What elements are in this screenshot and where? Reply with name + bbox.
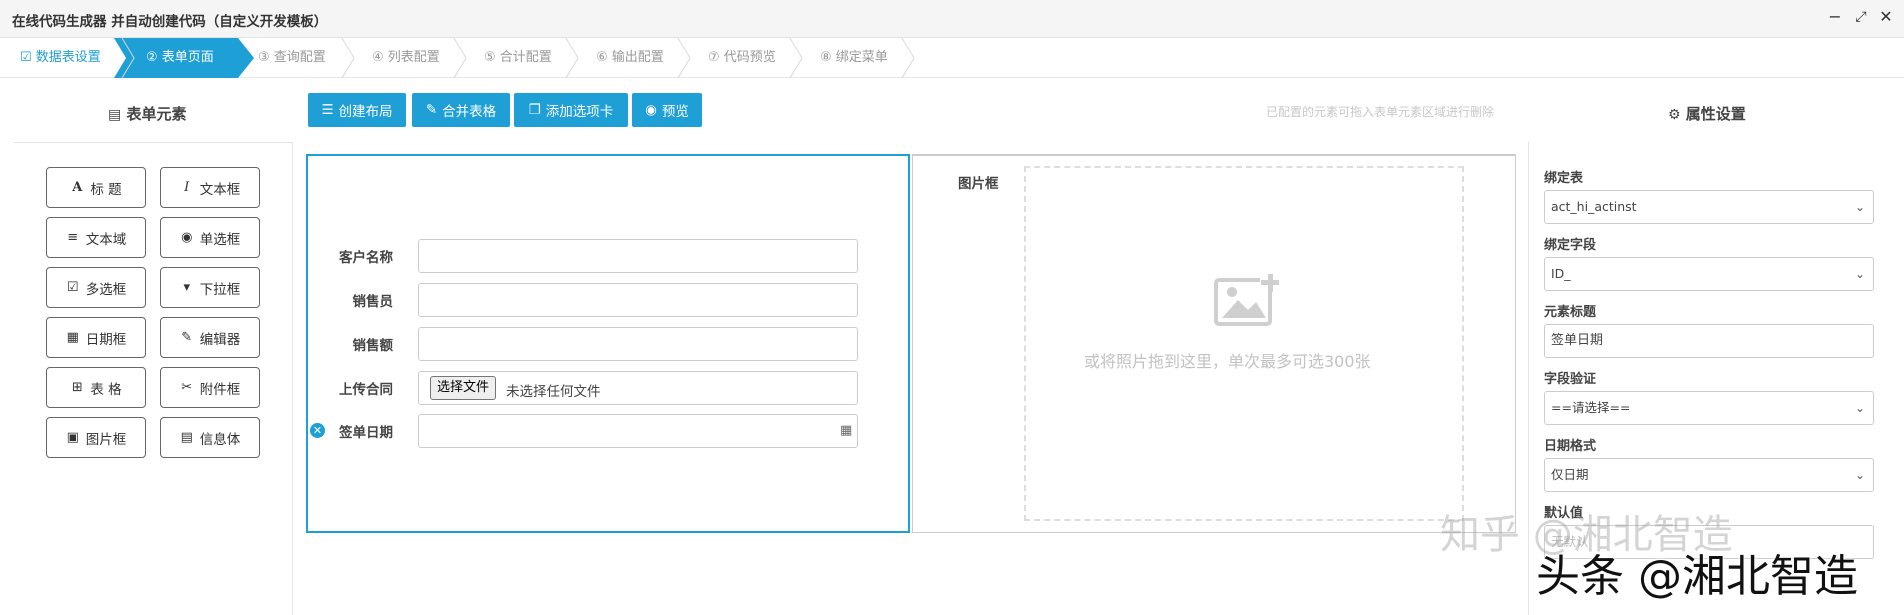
lines-icon: ≡: [67, 230, 79, 245]
palette-radio[interactable]: ◉ 单选框: [160, 217, 260, 258]
field-label: 销售额: [352, 338, 394, 354]
field-label: 销售员: [352, 294, 394, 310]
copy-icon: ❐: [528, 102, 541, 118]
divider: [14, 142, 292, 143]
book-icon: ▤: [180, 430, 193, 445]
window-title: 在线代码生成器 并自动创建代码（自定义开发模板）: [12, 14, 328, 30]
font-icon: A: [72, 180, 83, 195]
checkbox-icon: ☑: [66, 280, 79, 295]
palette-image[interactable]: ▣ 图片框: [46, 417, 146, 458]
edit-icon: ✎: [181, 330, 193, 345]
dropzone-text: 或将照片拖到这里，单次最多可选300张: [1084, 352, 1371, 371]
italic-icon: I: [184, 180, 190, 195]
step-list-config[interactable]: ④ 列表配置: [372, 38, 440, 78]
palette-checkbox[interactable]: ☑ 多选框: [46, 267, 146, 308]
palette-info[interactable]: ▤ 信息体: [160, 417, 260, 458]
palette-textarea[interactable]: ≡ 文本域: [46, 217, 146, 258]
step-query-config[interactable]: ③ 查询配置: [258, 38, 326, 78]
date-format-select[interactable]: 仅日期 ⌄: [1544, 458, 1874, 492]
palette-textbox[interactable]: I 文本框: [160, 167, 260, 208]
step-data-table[interactable]: ☑ 数据表设置: [20, 38, 101, 78]
table-icon: ⊞: [71, 380, 83, 395]
step-separator: [341, 38, 355, 78]
customer-name-input[interactable]: [418, 239, 858, 273]
palette-attachment[interactable]: ✂ 附件框: [160, 367, 260, 408]
step-separator: [453, 38, 467, 78]
drag-hint: 已配置的元素可拖入表单元素区域进行删除: [1266, 105, 1495, 119]
add-tab-button[interactable]: ❐ 添加选项卡: [514, 93, 628, 127]
step-code-preview[interactable]: ⑦ 代码预览: [708, 38, 776, 78]
palette-select[interactable]: ▾ 下拉框: [160, 267, 260, 308]
close-icon[interactable]: ✕: [1877, 8, 1895, 26]
step-separator: [901, 38, 915, 78]
bind-field-select[interactable]: ID_ ⌄: [1544, 257, 1874, 291]
layout-icon: ☰: [321, 102, 334, 118]
palette-date[interactable]: ▦ 日期框: [46, 317, 146, 358]
palette-table[interactable]: ⊞ 表 格: [46, 367, 146, 408]
calendar-icon: ▦: [66, 330, 79, 345]
bind-table-select[interactable]: act_hi_actinst ⌄: [1544, 190, 1874, 224]
step-separator: [121, 38, 135, 78]
prop-label: 元素标题: [1544, 305, 1597, 320]
paperclip-icon: ✂: [181, 380, 193, 395]
palette-editor[interactable]: ✎ 编辑器: [160, 317, 260, 358]
choose-file-button[interactable]: 选择文件: [430, 376, 497, 400]
chevron-down-icon: ⌄: [1854, 200, 1865, 214]
props-title: ⚙ 属性设置: [1668, 105, 1746, 123]
step-form-page[interactable]: ② 表单页面: [146, 38, 214, 78]
step-output-config[interactable]: ⑥ 输出配置: [596, 38, 664, 78]
form-icon: ▤: [108, 107, 122, 123]
eye-icon: ◉: [645, 102, 657, 118]
image-icon: ▣: [66, 430, 79, 445]
watermark: 头条 @湘北智造: [1536, 551, 1858, 602]
field-label: 图片框: [958, 176, 999, 192]
chevron-down-icon: ⌄: [1854, 468, 1865, 482]
element-title-input[interactable]: 签单日期: [1544, 324, 1874, 358]
step-separator: [677, 38, 691, 78]
prop-label: 日期格式: [1544, 439, 1597, 454]
palette-title: ▤ 表单元素: [108, 105, 187, 123]
checkbox-icon: ☑: [20, 50, 32, 65]
step-separator: [789, 38, 803, 78]
image-dropzone[interactable]: [1024, 166, 1464, 521]
step-total-config[interactable]: ⑤ 合计配置: [484, 38, 552, 78]
field-label: 上传合同: [339, 382, 393, 398]
prop-label: 字段验证: [1544, 372, 1597, 387]
preview-button[interactable]: ◉ 预览: [632, 93, 702, 127]
calendar-icon[interactable]: ▦: [840, 423, 852, 438]
add-image-icon: [1214, 272, 1280, 326]
create-layout-button[interactable]: ☰ 创建布局: [308, 93, 406, 127]
sales-amount-input[interactable]: [418, 327, 858, 361]
minimize-icon[interactable]: −: [1826, 8, 1844, 26]
salesperson-input[interactable]: [418, 283, 858, 317]
palette-title-element[interactable]: A标 题: [46, 167, 146, 208]
prop-label: 绑定字段: [1544, 238, 1597, 253]
wrench-icon: ✎: [425, 102, 438, 118]
maximize-icon[interactable]: ⤢: [1852, 8, 1870, 26]
field-label: 签单日期: [339, 425, 393, 441]
dropdown-icon: ▾: [183, 280, 191, 295]
file-status: 未选择任何文件: [506, 384, 601, 400]
field-label: 客户名称: [339, 250, 393, 266]
merge-table-button[interactable]: ✎ 合并表格: [412, 93, 510, 127]
step-separator: [565, 38, 579, 78]
step-bind-menu[interactable]: ⑧ 绑定菜单: [820, 38, 888, 78]
sign-date-input[interactable]: [418, 414, 858, 448]
window-titlebar: 在线代码生成器 并自动创建代码（自定义开发模板） − ⤢ ✕: [0, 0, 1904, 38]
radio-icon: ◉: [181, 230, 193, 245]
prop-label: 绑定表: [1544, 171, 1584, 186]
validation-select[interactable]: ==请选择== ⌄: [1544, 391, 1874, 425]
wizard-steps: ☑ 数据表设置 ② 表单页面 ③ 查询配置 ④ 列表配置 ⑤ 合计配置 ⑥ 输出…: [0, 38, 1904, 78]
chevron-down-icon: ⌄: [1854, 267, 1865, 281]
gear-icon: ⚙: [1668, 107, 1681, 123]
chevron-down-icon: ⌄: [1854, 401, 1865, 415]
divider: [292, 142, 293, 615]
